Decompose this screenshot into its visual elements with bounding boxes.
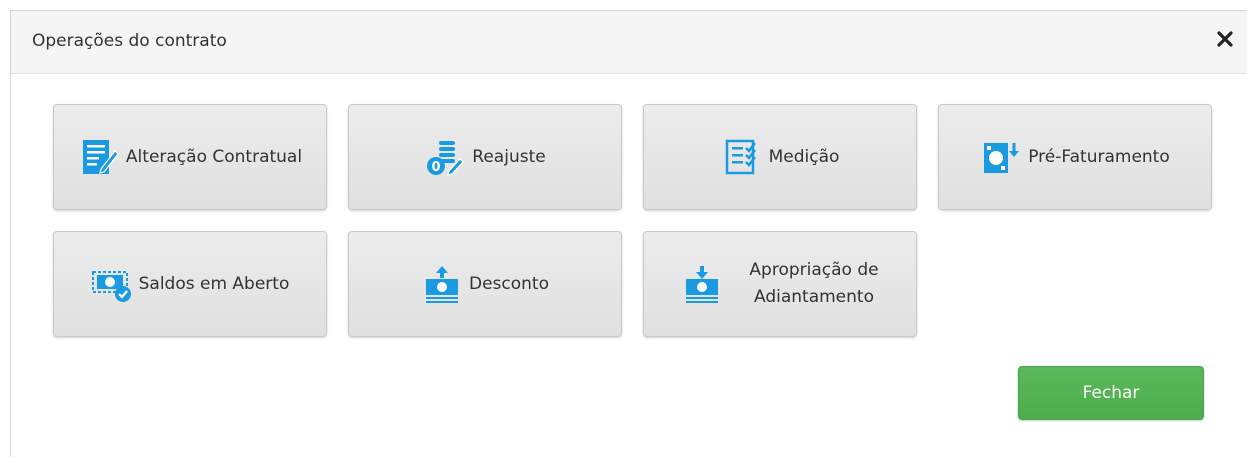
coins-adjust-icon: 0 [424,136,466,178]
saldos-em-aberto-label: Saldos em Aberto [138,274,290,294]
desconto-button[interactable]: Desconto [348,231,622,337]
medicao-button[interactable]: Medição [643,104,917,210]
medicao-label: Medição [768,147,840,167]
saldos-em-aberto-button[interactable]: Saldos em Aberto [53,231,327,337]
money-check-icon [91,263,133,305]
close-icon[interactable] [1213,27,1237,51]
desconto-label: Desconto [469,274,549,294]
modal-header: Operações do contrato [11,11,1247,74]
pre-faturamento-button[interactable]: Pré-Faturamento [938,104,1212,210]
apropriacao-label-line1: Apropriação de [749,260,879,280]
reajuste-button[interactable]: 0 Reajuste [348,104,622,210]
bill-download-icon [980,136,1022,178]
svg-text:0: 0 [432,160,441,175]
money-stack-download-icon [681,263,723,305]
reajuste-label: Reajuste [472,147,546,167]
apropriacao-adiantamento-label: Apropriação de Adiantamento [749,257,878,311]
modal-title: Operações do contrato [32,31,227,51]
money-upload-icon [421,263,463,305]
apropriacao-adiantamento-button[interactable]: Apropriação de Adiantamento [643,231,917,337]
contract-operations-modal: Operações do contrato Alteração Contratu… [10,10,1247,457]
alteracao-contratual-label: Alteração Contratual [125,147,303,167]
contract-edit-icon [78,136,120,178]
fechar-button[interactable]: Fechar [1018,366,1204,420]
apropriacao-label-line2: Adiantamento [754,287,874,307]
checklist-icon [721,136,763,178]
pre-faturamento-label: Pré-Faturamento [1028,147,1170,167]
alteracao-contratual-button[interactable]: Alteração Contratual [53,104,327,210]
